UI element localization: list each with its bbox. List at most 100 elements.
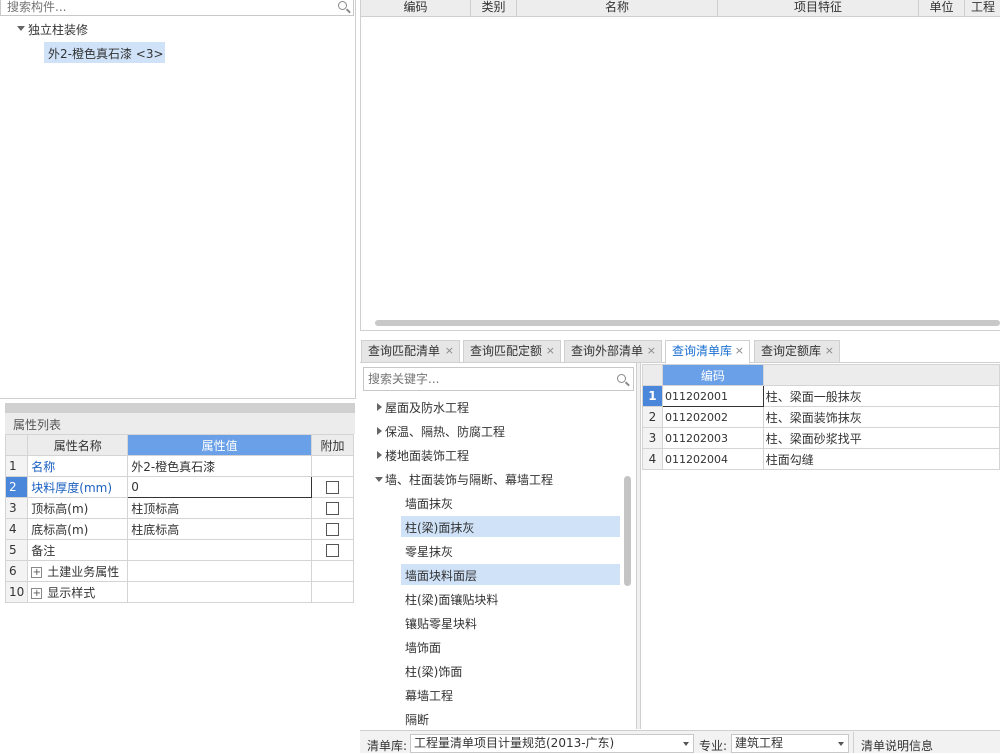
prop-group[interactable]: + 土建业务属性: [27, 560, 129, 582]
tree-node[interactable]: 楼地面装饰工程: [385, 447, 469, 464]
tree-node[interactable]: 保温、隔热、防腐工程: [385, 423, 505, 440]
search-icon[interactable]: [617, 374, 626, 383]
result-name[interactable]: 柱面勾缝: [762, 448, 1000, 470]
table-row[interactable]: 6 + 土建业务属性: [4, 560, 354, 582]
tree-leaf[interactable]: 隔断: [405, 711, 429, 728]
prop-value-input[interactable]: 0: [127, 476, 313, 498]
col-unit[interactable]: 单位: [919, 0, 965, 17]
splitter-handle[interactable]: [636, 363, 641, 729]
tab-label: 查询清单库: [672, 344, 733, 358]
table-row[interactable]: 4 011202004 柱面勾缝: [642, 448, 1000, 470]
result-name[interactable]: 柱、梁面一般抹灰: [762, 385, 1000, 407]
tree-leaf[interactable]: 零星抹灰: [405, 543, 453, 560]
tab-match-quota[interactable]: 查询匹配定额 ×: [463, 340, 561, 363]
result-code[interactable]: 011202002: [661, 406, 764, 428]
row-num: 1: [642, 385, 663, 407]
extra-checkbox[interactable]: [326, 481, 340, 494]
close-icon[interactable]: ×: [735, 341, 744, 361]
tree-leaf[interactable]: 幕墙工程: [405, 687, 453, 704]
prop-name: 名称: [27, 455, 129, 477]
prop-name: 块料厚度(mm): [27, 476, 129, 498]
close-icon[interactable]: ×: [825, 341, 834, 361]
result-name[interactable]: 柱、梁面砂浆找平: [762, 427, 1000, 449]
tree-group-label[interactable]: 独立柱装修: [28, 21, 88, 38]
expand-plus-icon[interactable]: +: [31, 566, 43, 578]
horizontal-scrollbar[interactable]: [375, 320, 1000, 326]
header-value[interactable]: 属性值: [127, 434, 313, 456]
property-panel-divider[interactable]: [5, 403, 355, 413]
header-code[interactable]: 编码: [661, 364, 764, 386]
table-row[interactable]: 10 + 显示样式: [4, 581, 354, 603]
tree-leaf[interactable]: 墙面块料面层: [405, 567, 477, 584]
property-table: 属性名称 属性值 附加 1 名称 外2-橙色真石漆 2 块料厚度(mm) 0 3…: [4, 434, 354, 603]
table-row[interactable]: 1 011202001 柱、梁面一般抹灰: [642, 385, 1000, 407]
tree-leaf[interactable]: 墙饰面: [405, 639, 441, 656]
prop-value[interactable]: 外2-橙色真石漆: [127, 455, 313, 477]
list-library-select[interactable]: 工程量清单项目计量规范(2013-广东): [410, 734, 694, 753]
close-icon[interactable]: ×: [647, 341, 656, 361]
result-name[interactable]: 柱、梁面装饰抹灰: [762, 406, 1000, 428]
tab-match-list[interactable]: 查询匹配清单 ×: [361, 340, 460, 363]
expand-arrow-icon[interactable]: [377, 403, 382, 411]
major-select[interactable]: 建筑工程: [731, 734, 849, 753]
col-type[interactable]: 类别: [471, 0, 517, 17]
prop-extra: [311, 476, 354, 498]
col-name[interactable]: 名称: [517, 0, 718, 17]
close-icon[interactable]: ×: [445, 341, 454, 361]
header-name[interactable]: [762, 364, 1000, 386]
col-feature[interactable]: 项目特征: [718, 0, 919, 17]
table-row[interactable]: 4 底标高(m) 柱底标高: [4, 518, 354, 540]
search-icon[interactable]: [338, 1, 347, 10]
result-code[interactable]: 011202004: [661, 448, 764, 470]
major-value: 建筑工程: [735, 736, 784, 750]
table-row[interactable]: 5 备注: [4, 539, 354, 561]
table-row[interactable]: 2 块料厚度(mm) 0: [4, 476, 354, 498]
tab-list-library[interactable]: 查询清单库 ×: [665, 340, 750, 364]
tree-leaf[interactable]: 柱(梁)面镶贴块料: [405, 591, 498, 608]
table-row[interactable]: 3 顶标高(m) 柱顶标高: [4, 497, 354, 519]
close-icon[interactable]: ×: [546, 341, 555, 361]
tab-external-list[interactable]: 查询外部清单 ×: [564, 340, 662, 363]
prop-value[interactable]: 柱顶标高: [127, 497, 313, 519]
extra-checkbox[interactable]: [326, 523, 340, 536]
tree-leaf[interactable]: 墙面抹灰: [405, 495, 453, 512]
row-num: 5: [4, 539, 29, 561]
col-code[interactable]: 编码: [361, 0, 471, 17]
prop-value[interactable]: [127, 539, 313, 561]
extra-checkbox[interactable]: [326, 502, 340, 515]
result-code[interactable]: 011202001: [661, 385, 764, 407]
row-num: 4: [4, 518, 29, 540]
header-name[interactable]: 属性名称: [27, 434, 129, 456]
tab-quota-library[interactable]: 查询定额库 ×: [754, 340, 840, 363]
col-quantity[interactable]: 工程: [965, 0, 1000, 17]
dropdown-arrow-icon[interactable]: [838, 742, 844, 746]
table-row[interactable]: 2 011202002 柱、梁面装饰抹灰: [642, 406, 1000, 428]
pane-divider: [360, 330, 1000, 331]
component-search-input[interactable]: [1, 0, 321, 14]
prop-group[interactable]: + 显示样式: [27, 581, 129, 603]
tab-label: 查询匹配定额: [470, 344, 543, 358]
prop-extra: [311, 455, 354, 477]
header-extra[interactable]: 附加: [311, 434, 354, 456]
result-table-header: 编码: [642, 364, 1000, 386]
result-code[interactable]: 011202003: [661, 427, 764, 449]
tree-leaf[interactable]: 镶贴零星块料: [405, 615, 477, 632]
expand-arrow-icon[interactable]: [377, 451, 382, 459]
collapse-arrow-icon[interactable]: [375, 477, 383, 482]
collapse-arrow-icon[interactable]: [17, 26, 25, 31]
tree-leaf-selected[interactable]: 柱(梁)面抹灰: [405, 519, 474, 536]
list-info-label[interactable]: 清单说明信息: [861, 737, 933, 754]
library-search-input[interactable]: [364, 368, 604, 390]
expand-plus-icon[interactable]: +: [31, 587, 43, 599]
expand-arrow-icon[interactable]: [377, 427, 382, 435]
extra-checkbox[interactable]: [326, 544, 340, 557]
tree-node[interactable]: 屋面及防水工程: [385, 399, 469, 416]
dropdown-arrow-icon[interactable]: [683, 742, 689, 746]
tree-leaf[interactable]: 柱(梁)饰面: [405, 663, 462, 680]
tree-node-expanded[interactable]: 墙、柱面装饰与隔断、幕墙工程: [385, 471, 553, 488]
tree-item-selected[interactable]: 外2-橙色真石漆 <3>: [48, 45, 164, 62]
prop-value[interactable]: 柱底标高: [127, 518, 313, 540]
table-row[interactable]: 1 名称 外2-橙色真石漆: [4, 455, 354, 477]
table-row[interactable]: 3 011202003 柱、梁面砂浆找平: [642, 427, 1000, 449]
vertical-scrollbar[interactable]: [624, 476, 631, 586]
